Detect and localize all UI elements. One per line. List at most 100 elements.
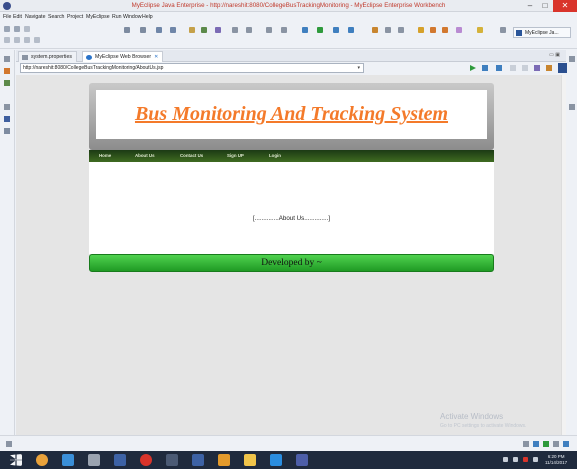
remote-desktop-icon[interactable] [296,454,308,466]
vertical-scrollbar[interactable] [561,75,566,435]
tab-web-browser[interactable]: MyEclipse Web Browser ✕ [82,51,164,62]
site-nav: Home About Us Contact Us Sign UP Login [89,150,494,162]
task-manager-icon[interactable] [166,454,178,466]
new-interface-icon[interactable] [201,27,207,33]
sync-icon[interactable] [533,441,539,447]
stop-icon[interactable] [510,65,516,71]
url-text: http://nareshit:8080/CollegeBusTrackingM… [23,65,164,71]
menu-run[interactable]: Run [112,14,122,20]
browser-icon[interactable] [385,27,391,33]
back-icon[interactable] [482,65,488,71]
chrome-icon[interactable] [36,454,48,466]
nav-contact-link[interactable]: Contact Us [180,153,203,158]
progress-icon[interactable] [543,441,549,447]
tools-icon[interactable] [88,454,100,466]
new-class-icon[interactable] [189,27,195,33]
spring-icon[interactable] [456,27,462,33]
pulse-icon[interactable] [477,27,483,33]
save-icon[interactable] [14,26,20,32]
coverage-icon[interactable] [348,27,354,33]
chevron-down-icon[interactable]: ▾ [357,64,360,72]
debug-config-icon[interactable] [232,27,238,33]
about-us-text: [..............About Us..............] [252,215,331,222]
web-project-icon[interactable] [215,27,221,33]
close-button[interactable]: ✕ [553,0,577,12]
new-project-icon[interactable] [156,27,162,33]
hibernate-icon[interactable] [442,27,448,33]
maximize-button[interactable]: □ [538,0,552,12]
url-field[interactable]: http://nareshit:8080/CollegeBusTrackingM… [20,63,364,73]
forward-icon[interactable] [496,65,502,71]
perspective-switcher[interactable]: MyEclipse Ja... [513,27,571,38]
back-nav-icon[interactable] [14,37,20,43]
open-perspective-icon[interactable] [500,27,506,33]
save-all-icon[interactable] [24,26,30,32]
restore-right-icon[interactable] [569,104,575,110]
menu-project[interactable]: Project [67,14,83,20]
menu-search[interactable]: Search [48,14,64,20]
outline-icon[interactable] [4,116,10,122]
opera-icon[interactable] [140,454,152,466]
menu-window[interactable]: Window [123,14,141,20]
uml-icon[interactable] [418,27,424,33]
new-package-icon[interactable] [170,27,176,33]
restore-icon[interactable] [4,56,10,62]
database-icon[interactable] [372,27,378,33]
server-icon[interactable] [124,27,130,33]
server-status-icon[interactable] [563,441,569,447]
menu-edit[interactable]: Edit [13,14,22,20]
menu-help[interactable]: Help [142,14,153,20]
hierarchy-icon[interactable] [4,80,10,86]
task-icon[interactable] [281,27,287,33]
new-file-icon[interactable] [4,26,10,32]
run-icon[interactable] [317,27,323,33]
refresh-icon[interactable] [398,27,404,33]
volume-icon[interactable] [533,457,538,462]
notifications-icon[interactable] [553,441,559,447]
tab-label: system.properties [31,54,72,60]
windows-app-icon[interactable] [192,454,204,466]
nav-about-link[interactable]: About Us [135,153,155,158]
tab-system-properties[interactable]: system.properties [18,51,77,62]
print-icon[interactable] [4,37,10,43]
browser-settings-icon[interactable] [558,63,567,73]
windows-start-icon[interactable] [10,454,22,466]
file-explorer-icon[interactable] [244,454,256,466]
home-icon[interactable] [534,65,540,71]
refresh-page-icon[interactable] [522,65,528,71]
forward-nav-icon[interactable] [24,37,30,43]
antivirus-icon[interactable] [523,457,528,462]
nav-signup-link[interactable]: Sign UP [227,153,244,158]
external-tools-icon[interactable] [333,27,339,33]
heap-icon[interactable] [523,441,529,447]
debug-icon[interactable] [302,27,308,33]
external-browser-icon[interactable] [546,65,552,71]
search-icon[interactable] [266,27,272,33]
editor-tab-bar: system.properties MyEclipse Web Browser ✕… [16,50,566,62]
network-icon[interactable] [513,457,518,462]
ide-icon[interactable] [114,454,126,466]
report-icon[interactable] [430,27,436,33]
close-tab-icon[interactable]: ✕ [154,54,158,60]
nav-home-link[interactable]: Home [99,153,111,158]
servers-view-icon[interactable] [4,128,10,134]
skype-icon[interactable] [270,454,282,466]
maximize-editor-icon[interactable]: ▭ ▣ [549,52,560,58]
restore-lower-icon[interactable] [4,104,10,110]
system-clock[interactable]: 6:20 PM 11/14/2017 [545,454,567,466]
internet-explorer-icon[interactable] [62,454,74,466]
menu-file[interactable]: File [3,14,11,20]
deploy-icon[interactable] [140,27,146,33]
fast-view-icon[interactable] [6,441,12,447]
menu-myeclipse[interactable]: MyEclipse [86,14,110,20]
firefox-icon[interactable] [218,454,230,466]
go-icon[interactable] [470,65,476,71]
minimize-button[interactable]: – [523,0,537,12]
package-explorer-icon[interactable] [4,68,10,74]
open-type-icon[interactable] [246,27,252,33]
history-icon[interactable] [34,37,40,43]
nav-login-link[interactable]: Login [269,153,281,158]
menu-navigate[interactable]: Navigate [25,14,45,20]
minimize-view-icon[interactable] [569,56,575,62]
tray-chevron-icon[interactable] [503,457,508,462]
